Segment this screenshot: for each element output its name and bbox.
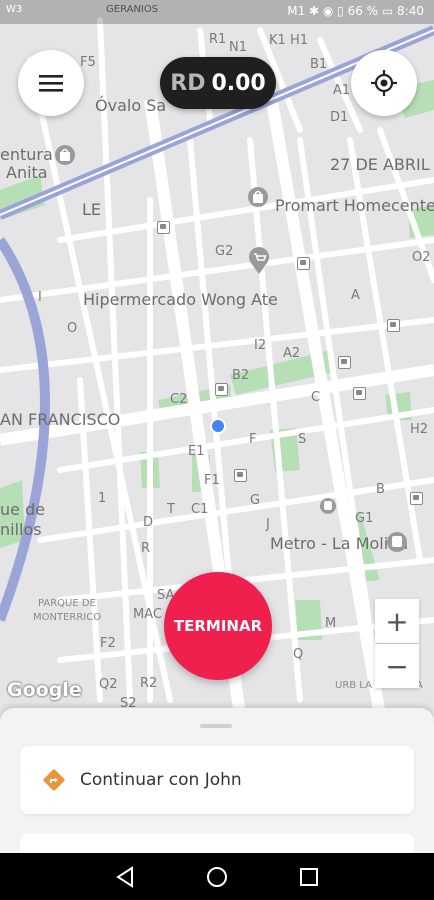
map-label: D	[143, 515, 154, 530]
recents-icon[interactable]	[299, 867, 319, 887]
map-label: I2	[254, 338, 267, 353]
status-bar: W3 M1 ✱ ◉ ▯ 66 % ▭ 8:40	[0, 0, 434, 24]
map-label: A1	[333, 83, 351, 98]
map-label: C	[311, 390, 321, 405]
map-label: Óvalo Sa	[95, 96, 167, 115]
map-label: O2	[412, 250, 431, 265]
bus-stop-icon	[387, 319, 400, 332]
map-label: Promart Homecenter	[275, 196, 434, 215]
my-location-button[interactable]	[351, 50, 417, 116]
map-label: nillos	[0, 520, 42, 539]
menu-button[interactable]	[18, 50, 84, 116]
map-label: G	[250, 493, 261, 508]
map-label: MAC	[133, 607, 162, 622]
map-label: Hipermercado Wong Ate	[83, 290, 278, 309]
map-label: R	[141, 541, 151, 556]
map-label: T	[167, 502, 175, 517]
map-label: C2	[170, 392, 188, 407]
terminar-label: TERMINAR	[173, 617, 263, 635]
home-icon[interactable]	[206, 866, 228, 888]
metro-marker-icon	[387, 532, 407, 552]
map-view[interactable]: GERANIOS R1 N1 K1 H1 F5 B1 A1 D1 Óvalo S…	[0, 0, 434, 715]
continue-label: Continuar con John	[80, 770, 242, 790]
turn-right-icon	[43, 769, 65, 791]
map-label: 27 DE ABRIL	[330, 155, 430, 174]
google-logo: Google	[7, 679, 82, 701]
bus-stop-icon	[157, 221, 170, 234]
status-carrier: W3	[6, 4, 23, 15]
shopping-cart-icon	[249, 247, 269, 274]
map-label: MONTERRICO	[33, 612, 102, 623]
map-label: R2	[140, 676, 158, 691]
map-label: Q	[293, 647, 304, 662]
bottom-sheet[interactable]: Continuar con John	[0, 708, 434, 864]
bus-stop-icon	[410, 492, 423, 505]
bus-stop-icon	[353, 387, 366, 400]
map-label: PARQUE DE	[38, 598, 96, 609]
sheet-handle[interactable]	[200, 724, 232, 728]
map-label: K1	[269, 33, 286, 48]
map-label: Q2	[99, 677, 118, 692]
map-label: F5	[80, 55, 96, 70]
map-label: E1	[188, 444, 205, 459]
map-label: B	[376, 482, 385, 497]
map-label: A	[351, 288, 360, 303]
bus-stop-icon	[297, 257, 310, 270]
map-label: F1	[204, 473, 220, 488]
map-label: B2	[232, 368, 250, 383]
map-label: N1	[229, 40, 247, 55]
map-label: H1	[290, 33, 309, 48]
map-label: M	[325, 616, 337, 631]
map-label: I	[38, 290, 42, 305]
map-label: ue de	[0, 500, 46, 519]
map-label: R1	[209, 32, 227, 47]
map-label: G1	[355, 511, 374, 526]
bus-stop-icon	[215, 383, 228, 396]
menu-icon	[39, 75, 63, 92]
bus-stop-icon	[338, 356, 351, 369]
map-label: LE	[82, 200, 102, 219]
map-label: AN FRANCISCO	[0, 410, 121, 429]
zoom-in-button[interactable]: +	[375, 599, 419, 643]
shopping-bag-icon	[248, 187, 268, 207]
map-label: Anita	[6, 163, 48, 182]
map-label: F	[249, 432, 257, 447]
map-label: C1	[191, 502, 209, 517]
status-right: M1 ✱ ◉ ▯ 66 % ▭ 8:40	[287, 4, 424, 18]
my-location-icon	[371, 70, 397, 96]
fare-amount: 0.00	[211, 70, 266, 96]
map-label: F2	[100, 636, 116, 651]
map-label: H2	[410, 422, 429, 437]
map-label: G2	[215, 244, 234, 259]
map-label: D1	[330, 110, 349, 125]
android-nav-bar	[0, 853, 434, 900]
zoom-out-label: −	[385, 649, 409, 683]
map-label: entura	[0, 145, 53, 164]
map-label: B1	[310, 57, 328, 72]
continue-card[interactable]: Continuar con John	[20, 746, 414, 814]
terminar-button[interactable]: TERMINAR	[164, 572, 272, 680]
map-label: O	[67, 321, 78, 336]
fare-currency: RD	[170, 70, 206, 96]
map-label: A2	[283, 346, 301, 361]
map-label: 1	[98, 491, 107, 506]
transit-marker-icon	[320, 498, 336, 514]
shopping-bag-icon	[55, 145, 75, 165]
back-icon[interactable]	[114, 866, 136, 888]
bus-stop-icon	[234, 469, 247, 482]
map-label: J	[266, 517, 270, 532]
map-label: S	[298, 432, 307, 447]
fare-pill: RD 0.00	[160, 57, 276, 109]
zoom-out-button[interactable]: −	[375, 644, 419, 688]
zoom-in-label: +	[385, 604, 409, 638]
